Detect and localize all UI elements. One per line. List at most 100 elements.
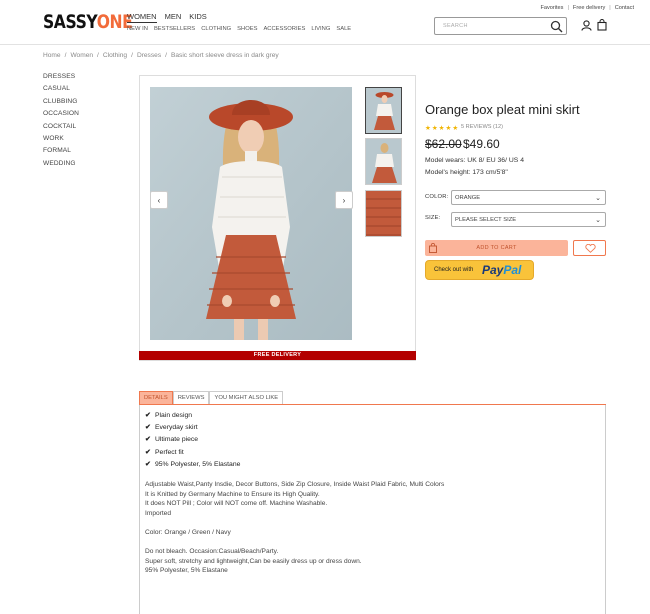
sidebar-item-wedding[interactable]: WEDDING — [43, 160, 79, 172]
subnav-shoes[interactable]: SHOES — [237, 26, 257, 32]
description-line: Color: Orange / Green / Navy — [145, 528, 231, 536]
crumb-sep: / — [64, 52, 67, 59]
list-item: ✔ 95% Polyester, 5% Elastane — [145, 460, 241, 468]
list-item: ✔ Perfect fit — [145, 448, 184, 456]
size-label: SIZE: — [425, 215, 441, 221]
link-favorites[interactable]: Favorites — [540, 5, 563, 11]
star-icon: ★ — [431, 125, 438, 132]
sidebar-item-occasion[interactable]: OCCASION — [43, 110, 79, 122]
nav-men[interactable]: MEN — [165, 12, 182, 23]
crumb-women[interactable]: Women — [70, 52, 93, 59]
chevron-down-icon: ⌄ — [595, 195, 601, 202]
crumb-sep: / — [165, 52, 167, 59]
search-icon[interactable] — [550, 20, 563, 33]
subnav-accessories[interactable]: ACCESSORIES — [263, 26, 305, 32]
crumb-dresses[interactable]: Dresses — [137, 52, 161, 59]
user-icon[interactable] — [581, 20, 592, 31]
bag-icon — [429, 243, 437, 253]
sale-price: $49.60 — [463, 137, 500, 151]
subnav-clothing[interactable]: CLOTHING — [201, 26, 231, 32]
crumb-current: Basic short sleeve dress in dark grey — [170, 52, 279, 59]
main-nav: WOMEN MEN KIDS — [127, 12, 207, 23]
description-line: Do not bleach. Occasion:Casual/Beach/Par… — [145, 548, 279, 556]
description-line: 95% Polyester, 5% Elastane — [145, 567, 228, 575]
sidebar-item-casual[interactable]: CASUAL — [43, 85, 79, 97]
chevron-down-icon: ⌄ — [595, 217, 601, 224]
paypal-logo: PayPal — [482, 263, 522, 277]
reviews-count-link[interactable]: 5 REVIEWS (12) — [461, 124, 503, 130]
header-divider — [0, 44, 650, 45]
paypal-checkout-button[interactable]: Check out with PayPal — [425, 260, 534, 280]
checkmark-icon: ✔ — [145, 448, 151, 456]
search-placeholder: SEARCH — [443, 23, 468, 29]
wishlist-button[interactable] — [573, 240, 606, 256]
gallery-prev-button[interactable]: ‹ — [150, 191, 168, 209]
star-icon: ★ — [445, 125, 452, 132]
description-line: It is Knitted by Germany Machine to Ensu… — [145, 490, 320, 498]
feature-list: ✔ Plain design ✔ Everyday skirt ✔ Ultimate … — [145, 411, 240, 472]
add-to-cart-button[interactable]: ADD TO CART — [425, 240, 568, 256]
thumbnail-3[interactable] — [365, 190, 402, 237]
crumb-clothing[interactable]: Clothing — [103, 52, 127, 59]
tab-you-might-also-like[interactable]: YOU MIGHT ALSO LIKE — [209, 391, 284, 405]
star-icon: ★ — [438, 125, 445, 132]
model-photo — [150, 87, 352, 340]
list-item: ✔ Everyday skirt — [145, 424, 198, 432]
chevron-left-icon: ‹ — [157, 195, 161, 205]
nav-women[interactable]: WOMEN — [127, 12, 157, 23]
star-rating[interactable]: ★ ★ ★ ★ ★ — [425, 124, 458, 132]
list-item: ✔ Ultimate piece — [145, 436, 199, 444]
checkmark-icon: ✔ — [145, 460, 151, 468]
product-tabs: DETAILS REVIEWS YOU MIGHT ALSO LIKE — [139, 391, 284, 405]
crumb-sep: / — [131, 52, 133, 59]
thumbnail-2[interactable] — [365, 138, 402, 185]
add-to-cart-label: ADD TO CART — [476, 245, 517, 251]
paypal-prefix: Check out with — [434, 267, 474, 273]
product-title: Orange box pleat mini skirt — [425, 102, 580, 117]
color-select[interactable]: ORANGE ⌄ — [451, 190, 606, 205]
description-line: Adjustable Waist,Panty Insdie, Decor But… — [145, 481, 445, 488]
subnav-new-in[interactable]: NEW IN — [127, 26, 148, 32]
star-icon: ★ — [452, 125, 459, 132]
sidebar-item-cocktail[interactable]: COCKTAIL — [43, 123, 79, 135]
color-select-value: ORANGE — [455, 195, 481, 201]
tab-details[interactable]: DETAILS — [139, 391, 173, 405]
model-height: Model's height: 173 cm/5'8" — [425, 169, 508, 176]
logo[interactable]: SASSYONE — [43, 11, 133, 33]
bag-icon[interactable] — [597, 19, 607, 31]
checkmark-icon: ✔ — [145, 424, 151, 432]
description-line: Imported — [145, 509, 172, 517]
subnav-living[interactable]: LIVING — [311, 26, 330, 32]
subnav-bestsellers[interactable]: BESTSELLERS — [154, 26, 195, 32]
breadcrumb: Home / Women / Clothing / Dresses / Basic sh… — [43, 52, 279, 59]
color-label: COLOR: — [425, 194, 449, 200]
link-contact[interactable]: Contact — [615, 5, 634, 11]
free-delivery-banner: FREE DELIVERY — [139, 351, 416, 360]
star-icon: ★ — [425, 125, 431, 132]
sidebar-item-formal[interactable]: FORMAL — [43, 147, 79, 159]
description-line — [145, 538, 444, 548]
category-sidebar: DRESSES CASUAL CLUBBING OCCASION COCKTAI… — [43, 73, 79, 172]
sidebar-item-dresses[interactable]: DRESSES — [43, 73, 79, 85]
divider: | — [609, 5, 611, 11]
size-select[interactable]: PLEASE SELECT SIZE ⌄ — [451, 212, 606, 227]
heart-icon — [585, 244, 596, 253]
sidebar-item-work[interactable]: WORK — [43, 135, 79, 147]
old-price: $62.00 — [425, 137, 462, 151]
thumbnail-1[interactable] — [365, 87, 402, 134]
chevron-right-icon: › — [342, 195, 346, 205]
crumb-home[interactable]: Home — [43, 52, 61, 59]
subnav-sale[interactable]: SALE — [336, 26, 351, 32]
link-free-delivery[interactable]: Free delivery — [573, 5, 605, 11]
checkmark-icon: ✔ — [145, 436, 151, 444]
nav-kids[interactable]: KIDS — [189, 12, 207, 23]
gallery-next-button[interactable]: › — [335, 191, 353, 209]
divider: | — [567, 5, 569, 11]
tab-reviews[interactable]: REVIEWS — [172, 391, 210, 405]
product-main-image[interactable] — [150, 87, 352, 340]
description-line: It does NOT Pill ; Color will NOT come o… — [145, 500, 328, 508]
sub-nav: NEW IN BESTSELLERS CLOTHING SHOES ACCESS… — [127, 26, 351, 32]
sidebar-item-clubbing[interactable]: CLUBBING — [43, 98, 79, 110]
search-input[interactable]: SEARCH — [434, 17, 567, 35]
model-wears: Model wears: UK 8/ EU 36/ US 4 — [425, 157, 524, 164]
